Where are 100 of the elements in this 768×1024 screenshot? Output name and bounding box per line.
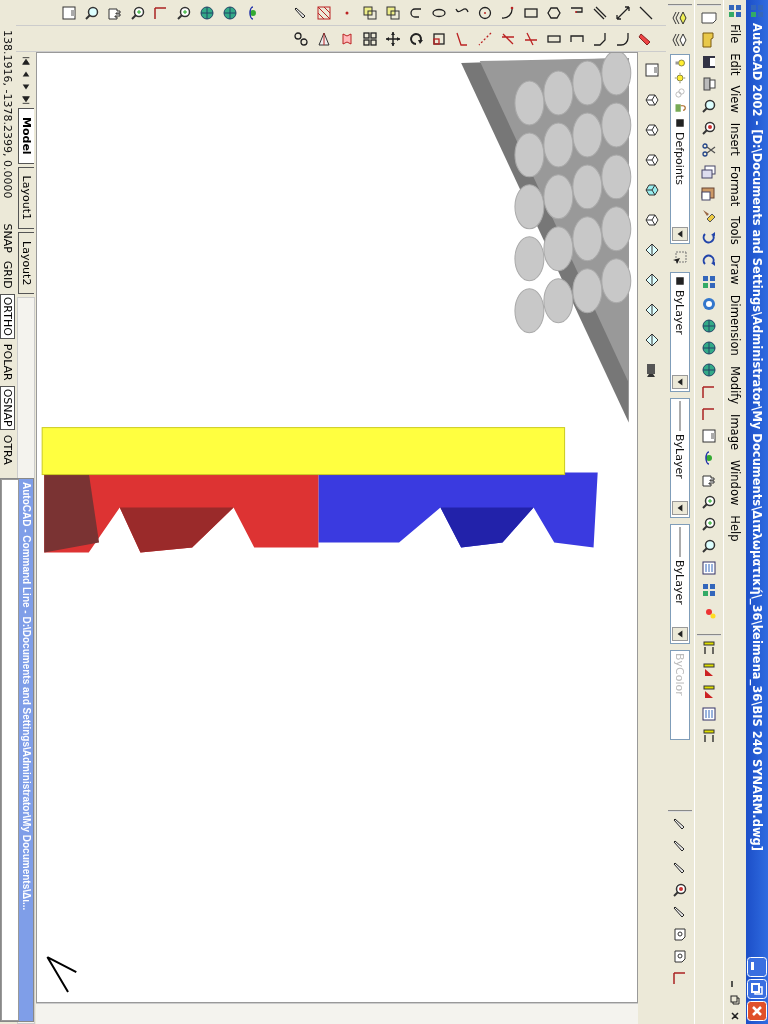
blob-icon[interactable] (339, 30, 355, 47)
layout-tab[interactable]: Model (18, 108, 34, 164)
folder-icon[interactable] (701, 32, 717, 48)
cube-icon[interactable] (644, 212, 660, 228)
undo-icon[interactable] (701, 230, 717, 246)
restore-icon[interactable] (730, 995, 740, 1005)
layers-icon[interactable] (672, 32, 688, 48)
magnifier-icon[interactable] (701, 120, 717, 136)
move-icon[interactable] (385, 30, 401, 47)
status-toggle[interactable]: POLAR (0, 340, 16, 384)
vertical-scrollbar[interactable] (36, 1003, 638, 1024)
diamond-cube-icon[interactable] (644, 302, 660, 318)
cube-icon[interactable] (644, 122, 660, 138)
menu-item[interactable]: Edit (726, 48, 744, 81)
dimension-icon[interactable] (701, 728, 717, 744)
menu-item[interactable]: Insert (726, 117, 744, 161)
zoom-icon[interactable] (701, 494, 717, 510)
status-toggle[interactable]: SNAP (0, 220, 16, 256)
color-dropdown[interactable]: ByLayer (670, 272, 690, 392)
drawing-canvas[interactable] (36, 52, 638, 1003)
properties-icon[interactable] (701, 706, 717, 722)
layout-tab[interactable]: Layout2 (18, 232, 34, 295)
menu-item[interactable]: Dimension (726, 289, 744, 361)
magnifier-icon[interactable] (701, 98, 717, 114)
axis-icon[interactable] (701, 406, 717, 422)
rounded-corner-icon[interactable] (615, 30, 631, 47)
scissors-icon[interactable] (701, 142, 717, 158)
mirror-icon[interactable] (431, 30, 447, 47)
menu-item[interactable]: Window (726, 455, 744, 511)
linetype-dropdown[interactable]: ByLayer (670, 398, 690, 518)
command-input-field[interactable] (1, 479, 19, 1021)
diamond-cube-icon[interactable] (644, 332, 660, 348)
trim-icon[interactable] (523, 30, 539, 47)
close-icon[interactable] (730, 1011, 740, 1021)
magnifier-icon[interactable] (672, 882, 688, 898)
status-toggle[interactable]: OSNAP (0, 385, 16, 430)
status-toggle[interactable]: OTRA (0, 431, 16, 468)
block-icon[interactable] (385, 4, 401, 21)
drawing-icon[interactable] (727, 3, 743, 19)
magnifier-icon[interactable] (701, 538, 717, 554)
axis-icon[interactable] (672, 970, 688, 986)
next-tab-icon[interactable] (21, 82, 31, 92)
region-icon[interactable] (672, 948, 688, 964)
menu-item[interactable]: Tools (726, 211, 744, 250)
diamond-cube-icon[interactable] (644, 272, 660, 288)
redo-icon[interactable] (701, 252, 717, 268)
double-line-icon[interactable] (592, 4, 608, 21)
offset-icon[interactable] (454, 30, 470, 47)
status-toggle[interactable]: ORTHO (0, 293, 16, 339)
clipboard-icon[interactable] (701, 186, 717, 202)
new-document-icon[interactable] (701, 10, 717, 26)
zoom-icon[interactable] (176, 4, 192, 21)
paintbrush-icon[interactable] (701, 208, 717, 224)
axis-icon[interactable] (701, 384, 717, 400)
circle-icon[interactable] (477, 4, 493, 21)
menu-item[interactable]: Modify (726, 360, 744, 409)
menu-item[interactable]: Help (726, 510, 744, 547)
copy-icon[interactable] (701, 164, 717, 180)
lineweight-dropdown[interactable]: ByLayer (670, 524, 690, 644)
cube-icon[interactable] (644, 152, 660, 168)
last-tab-icon[interactable] (21, 95, 31, 105)
grid-icon[interactable] (701, 582, 717, 598)
status-toggle[interactable]: GRID (0, 257, 16, 292)
menu-item[interactable]: View (726, 80, 744, 118)
line-icon[interactable] (638, 4, 654, 21)
magnifier-icon[interactable] (84, 4, 100, 21)
printer-icon[interactable] (701, 76, 717, 92)
grid-icon[interactable] (362, 30, 378, 47)
previous-tab-icon[interactable] (21, 69, 31, 79)
globe-icon[interactable] (222, 4, 238, 21)
double-arrow-icon[interactable] (615, 4, 631, 21)
block-icon[interactable] (362, 4, 378, 21)
globe-icon[interactable] (701, 318, 717, 334)
globe-icon[interactable] (701, 362, 717, 378)
region-icon[interactable] (672, 926, 688, 942)
menu-item[interactable]: Format (726, 160, 744, 212)
layout-tab[interactable]: Layout1 (18, 166, 34, 229)
hatch-icon[interactable] (316, 4, 332, 21)
rotate-icon[interactable] (408, 30, 424, 47)
first-tab-icon[interactable] (21, 56, 31, 66)
menu-item[interactable]: Image (726, 409, 744, 455)
menu-item[interactable]: Draw (726, 249, 744, 290)
globe-icon[interactable] (701, 340, 717, 356)
grid-icon[interactable] (701, 274, 717, 290)
chamfer-icon[interactable] (592, 30, 608, 47)
axis-icon[interactable] (153, 4, 169, 21)
menu-item[interactable]: File (726, 19, 744, 49)
scale-icon[interactable] (316, 30, 332, 47)
ring-icon[interactable] (701, 296, 717, 312)
dimension-icon[interactable] (701, 640, 717, 656)
minimize-icon[interactable] (747, 957, 767, 977)
restore-icon[interactable] (747, 979, 767, 999)
dimension-icon[interactable] (701, 662, 717, 678)
zoom-icon[interactable] (701, 516, 717, 532)
cube-icon[interactable] (644, 182, 660, 198)
hexagon-icon[interactable] (546, 4, 562, 21)
properties-icon[interactable] (701, 560, 717, 576)
layer-dropdown[interactable]: Defpoints (670, 54, 690, 244)
globe-icon[interactable] (199, 4, 215, 21)
layers-icon[interactable] (672, 10, 688, 26)
